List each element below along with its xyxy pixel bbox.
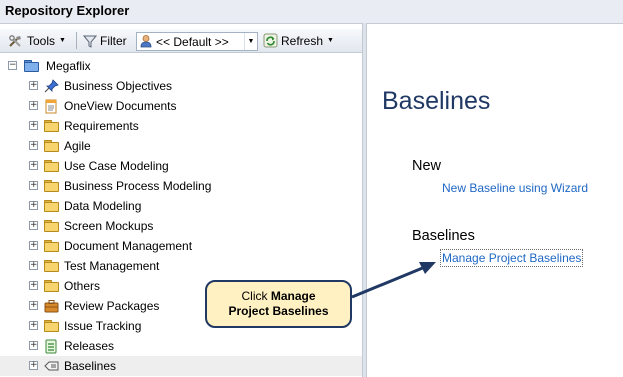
callout-line-1: Click Manage — [241, 289, 315, 304]
callout-prefix: Click — [241, 289, 271, 303]
callout-bold-2: Project Baselines — [228, 304, 329, 318]
callout-line-2: Project Baselines — [228, 304, 328, 319]
callout-bold-1: Manage — [270, 289, 316, 303]
instruction-callout: Click Manage Project Baselines — [205, 280, 352, 328]
